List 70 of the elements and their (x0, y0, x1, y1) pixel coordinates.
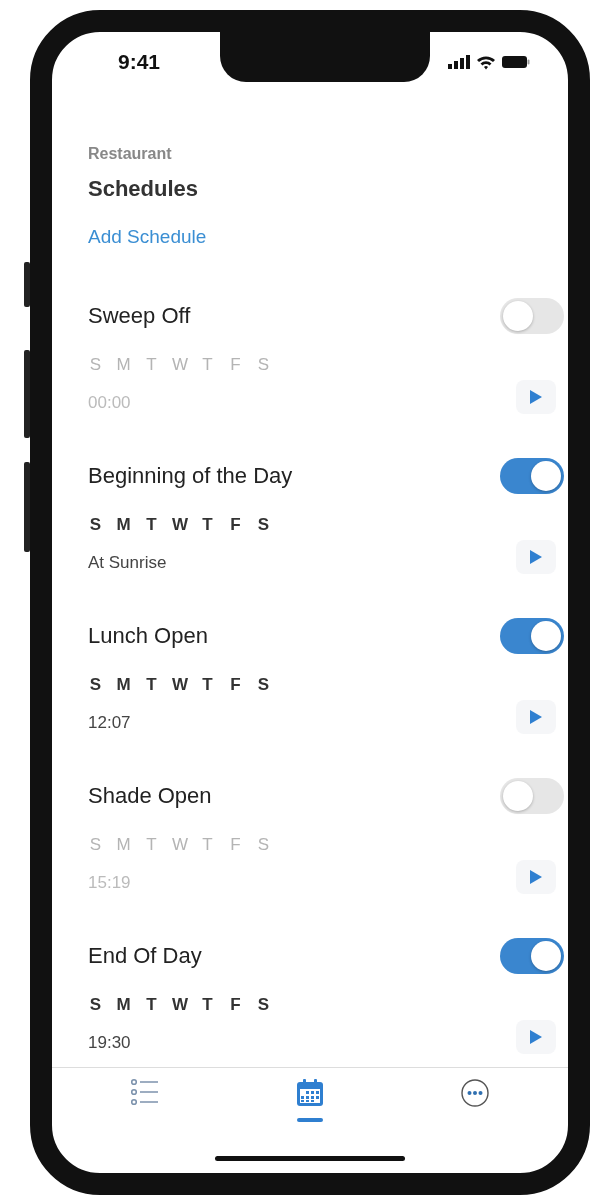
weekday-label: S (256, 995, 271, 1015)
weekday-label: S (88, 675, 103, 695)
signal-icon (448, 55, 470, 69)
play-button[interactable] (516, 860, 556, 894)
weekday-label: M (116, 835, 131, 855)
schedule-name: Beginning of the Day (88, 463, 293, 489)
toggle-switch[interactable] (500, 458, 564, 494)
weekday-label: S (256, 515, 271, 535)
weekday-label: S (88, 995, 103, 1015)
weekday-label: T (201, 835, 214, 855)
weekday-label: F (229, 675, 242, 695)
weekday-label: F (229, 995, 242, 1015)
weekday-label: S (88, 835, 103, 855)
status-time: 9:41 (118, 50, 161, 74)
weekday-label: S (256, 355, 271, 375)
weekday-label: S (256, 675, 271, 695)
weekday-label: W (172, 835, 187, 855)
section-subtitle: Restaurant (88, 144, 173, 164)
schedule-time: 15:19 (88, 873, 131, 893)
schedule-time: 12:07 (88, 713, 131, 733)
weekday-label: T (201, 515, 214, 535)
weekday-label: W (172, 675, 187, 695)
weekday-label: T (201, 355, 214, 375)
weekday-label: F (229, 515, 242, 535)
weekday-label: T (145, 835, 158, 855)
play-icon (529, 869, 543, 885)
battery-icon (502, 55, 530, 69)
toggle-switch[interactable] (500, 938, 564, 974)
play-button[interactable] (516, 700, 556, 734)
weekday-label: W (172, 515, 187, 535)
play-icon (529, 1029, 543, 1045)
toggle-switch[interactable] (500, 298, 564, 334)
weekday-label: W (172, 355, 187, 375)
weekday-label: T (145, 995, 158, 1015)
weekday-label: T (145, 515, 158, 535)
play-icon (529, 709, 543, 725)
weekday-label: S (88, 515, 103, 535)
calendar-icon (295, 1078, 325, 1108)
toggle-switch[interactable] (500, 618, 564, 654)
weekday-label: M (116, 355, 131, 375)
weekday-label: F (229, 835, 242, 855)
schedule-name: End Of Day (88, 943, 202, 969)
schedule-name: Shade Open (88, 783, 212, 809)
weekday-label: M (116, 995, 131, 1015)
play-button[interactable] (516, 540, 556, 574)
schedule-time: At Sunrise (88, 553, 167, 573)
play-icon (529, 549, 543, 565)
weekday-label: W (172, 995, 187, 1015)
weekday-label: T (201, 995, 214, 1015)
add-schedule-link[interactable]: Add Schedule (88, 226, 207, 248)
weekday-label: M (116, 515, 131, 535)
schedule-time: 00:00 (88, 393, 131, 413)
play-button[interactable] (516, 1020, 556, 1054)
weekday-label: S (256, 835, 271, 855)
weekday-label: T (145, 675, 158, 695)
play-button[interactable] (516, 380, 556, 414)
toggle-switch[interactable] (500, 778, 564, 814)
weekday-label: T (145, 355, 158, 375)
schedule-name: Lunch Open (88, 623, 208, 649)
schedule-time: 19:30 (88, 1033, 131, 1053)
weekday-label: T (201, 675, 214, 695)
weekday-label: F (229, 355, 242, 375)
page-title: Schedules (88, 176, 200, 202)
weekday-label: M (116, 675, 131, 695)
more-icon (460, 1078, 491, 1108)
list-icon (129, 1078, 160, 1106)
play-icon (529, 389, 543, 405)
schedule-name: Sweep Off (88, 303, 191, 329)
wifi-icon (476, 54, 496, 70)
weekday-label: S (88, 355, 103, 375)
